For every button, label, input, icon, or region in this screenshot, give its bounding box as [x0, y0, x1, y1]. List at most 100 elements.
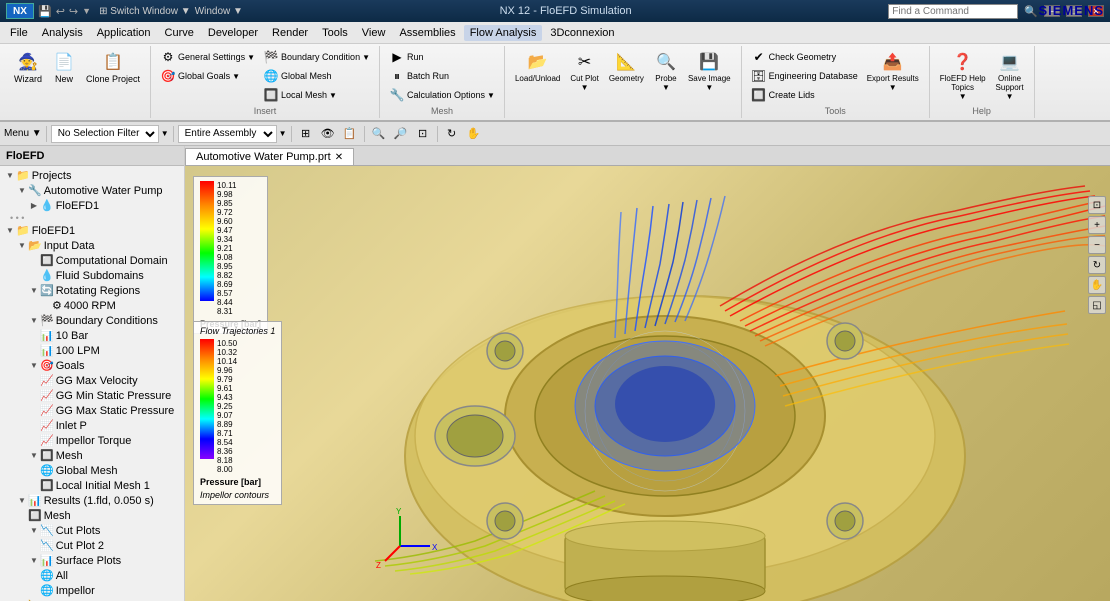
- tree-auto-water-pump[interactable]: ▼ 🔧 Automotive Water Pump: [2, 183, 182, 198]
- layer-btn[interactable]: 📋: [340, 124, 360, 144]
- mesh-expander[interactable]: ▼: [28, 450, 40, 462]
- snap-btn[interactable]: ⊞: [296, 124, 316, 144]
- tree-10bar[interactable]: 📊 10 Bar: [2, 328, 182, 343]
- geometry-button[interactable]: 📐 Geometry: [605, 48, 648, 85]
- global-mesh-button[interactable]: 🌐 Global Mesh: [260, 67, 373, 85]
- tree-global-mesh[interactable]: 🌐 Global Mesh: [2, 463, 182, 478]
- tree-results-mesh[interactable]: 🔲 Mesh: [2, 508, 182, 523]
- goals-expander[interactable]: ▼: [28, 360, 40, 372]
- tree-surface-plots[interactable]: ▼ 📊 Surface Plots: [2, 553, 182, 568]
- menu-application[interactable]: Application: [91, 25, 157, 41]
- local-mesh-button[interactable]: 🔲 Local Mesh ▼: [260, 86, 373, 104]
- scope-dropdown[interactable]: Entire Assembly: [178, 125, 277, 143]
- tree-local-initial-mesh[interactable]: 🔲 Local Initial Mesh 1: [2, 478, 182, 493]
- menu-3dconnexion[interactable]: 3Dconnexion: [544, 25, 620, 41]
- tree-4000rpm[interactable]: ⚙ 4000 RPM: [2, 298, 182, 313]
- menu-indicator[interactable]: Menu ▼: [4, 128, 42, 139]
- tree-rotating-regions[interactable]: ▼ 🔄 Rotating Regions: [2, 283, 182, 298]
- pan-btn[interactable]: ✋: [464, 124, 484, 144]
- tree-mesh-section[interactable]: ▼ 🔲 Mesh: [2, 448, 182, 463]
- tree-boundary-conditions[interactable]: ▼ 🏁 Boundary Conditions: [2, 313, 182, 328]
- tree-gg-max-static[interactable]: 📈 GG Max Static Pressure: [2, 403, 182, 418]
- sidebar-tree[interactable]: ▼ 📁 Projects ▼ 🔧 Automotive Water Pump ▶…: [0, 166, 184, 601]
- menu-flow-analysis[interactable]: Flow Analysis: [464, 25, 543, 41]
- menu-analysis[interactable]: Analysis: [36, 25, 89, 41]
- selection-filter-dropdown[interactable]: No Selection Filter: [51, 125, 159, 143]
- zoom-minus-btn[interactable]: −: [1088, 236, 1106, 254]
- tree-comp-domain[interactable]: 🔲 Computational Domain: [2, 253, 182, 268]
- comp-domain-expander[interactable]: [28, 255, 40, 267]
- pump-expander[interactable]: ▼: [16, 185, 28, 197]
- rot-regions-expander[interactable]: ▼: [28, 285, 40, 297]
- probe-button[interactable]: 🔍 Probe ▼: [650, 48, 682, 94]
- quick-redo-icon[interactable]: ↪: [69, 5, 78, 18]
- tree-goals[interactable]: ▼ 🎯 Goals: [2, 358, 182, 373]
- clone-project-button[interactable]: 📋 Clone Project: [82, 48, 144, 86]
- tree-cut-plots[interactable]: ▼ 📉 Cut Plots: [2, 523, 182, 538]
- tree-results[interactable]: ▼ 📊 Results (1.fld, 0.050 s): [2, 493, 182, 508]
- pan-view-btn[interactable]: ✋: [1088, 276, 1106, 294]
- tree-impellor-torque[interactable]: 📈 Impellor Torque: [2, 433, 182, 448]
- save-image-button[interactable]: 💾 Save Image ▼: [684, 48, 735, 94]
- cut-plot-button[interactable]: ✂ Cut Plot ▼: [566, 48, 602, 94]
- menu-file[interactable]: File: [4, 25, 34, 41]
- load-unload-button[interactable]: 📂 Load/Unload: [511, 48, 564, 85]
- tree-inlet-p[interactable]: 📈 Inlet P: [2, 418, 182, 433]
- tree-gg-min-static[interactable]: 📈 GG Min Static Pressure: [2, 388, 182, 403]
- tree-input-data[interactable]: ▼ 📂 Input Data: [2, 238, 182, 253]
- cut-plots-expander[interactable]: ▼: [28, 525, 40, 537]
- floefd-help-button[interactable]: ❓ FloEFD HelpTopics ▼: [936, 48, 990, 103]
- zoom-plus-btn[interactable]: +: [1088, 216, 1106, 234]
- projects-expander[interactable]: ▼: [4, 170, 16, 182]
- tree-floefd1-root[interactable]: ▼ 📁 FloEFD1: [2, 223, 182, 238]
- menu-view[interactable]: View: [356, 25, 392, 41]
- online-support-button[interactable]: 💻 OnlineSupport ▼: [992, 48, 1028, 103]
- rpm-expander[interactable]: [40, 300, 52, 312]
- tree-cut-plot-2[interactable]: 📉 Cut Plot 2: [2, 538, 182, 553]
- window-btn[interactable]: Window ▼: [195, 6, 243, 17]
- menu-curve[interactable]: Curve: [159, 25, 200, 41]
- tree-floefd1-project[interactable]: ▶ 💧 FloEFD1: [2, 198, 182, 213]
- floefd1-root-expander[interactable]: ▼: [4, 225, 16, 237]
- viewport[interactable]: X Y Z 10.11 9.98 9.85 9.72 9.60 9.47: [185, 166, 1110, 601]
- menu-tools[interactable]: Tools: [316, 25, 354, 41]
- global-goals-button[interactable]: 🎯 Global Goals ▼: [157, 67, 258, 85]
- menu-assemblies[interactable]: Assemblies: [393, 25, 461, 41]
- tree-surface-all[interactable]: 🌐 All: [2, 568, 182, 583]
- rotate-btn[interactable]: ↻: [442, 124, 462, 144]
- tab-close-btn[interactable]: ✕: [335, 152, 343, 163]
- fit-btn[interactable]: ⊡: [413, 124, 433, 144]
- zoom-in-btn[interactable]: 🔍: [369, 124, 389, 144]
- menu-developer[interactable]: Developer: [202, 25, 264, 41]
- surface-plots-expander[interactable]: ▼: [28, 555, 40, 567]
- input-data-expander[interactable]: ▼: [16, 240, 28, 252]
- floefd1-proj-expander[interactable]: ▶: [28, 200, 40, 212]
- calculation-options-button[interactable]: 🔧 Calculation Options ▼: [386, 86, 498, 104]
- engineering-database-button[interactable]: 🗄 Engineering Database: [748, 67, 861, 85]
- menu-render[interactable]: Render: [266, 25, 314, 41]
- quick-save-icon[interactable]: 💾: [38, 5, 52, 18]
- fit-view-btn[interactable]: ⊡: [1088, 196, 1106, 214]
- zoom-out-btn[interactable]: 🔎: [391, 124, 411, 144]
- toolbar-dropdown-icon[interactable]: ▼: [82, 6, 91, 16]
- check-geometry-button[interactable]: ✔ Check Geometry: [748, 48, 861, 66]
- fluid-sub-expander[interactable]: [28, 270, 40, 282]
- general-settings-button[interactable]: ⚙ General Settings ▼: [157, 48, 258, 66]
- results-expander[interactable]: ▼: [16, 495, 28, 507]
- boundary-condition-button[interactable]: 🏁 Boundary Condition ▼: [260, 48, 373, 66]
- tree-gg-max-vel[interactable]: 📈 GG Max Velocity: [2, 373, 182, 388]
- new-button[interactable]: 📄 New: [48, 48, 80, 86]
- content-tab-pump[interactable]: Automotive Water Pump.prt ✕: [185, 148, 354, 165]
- run-button[interactable]: ▶ Run: [386, 48, 498, 66]
- view-type-btn[interactable]: 👁: [318, 124, 338, 144]
- tree-projects[interactable]: ▼ 📁 Projects: [2, 168, 182, 183]
- batch-run-button[interactable]: ⏸ Batch Run: [386, 67, 498, 85]
- tree-impellor-surface[interactable]: 🌐 Impellor: [2, 583, 182, 598]
- create-lids-button[interactable]: 🔲 Create Lids: [748, 86, 861, 104]
- trimetric-btn[interactable]: ◱: [1088, 296, 1106, 314]
- export-results-button[interactable]: 📤 Export Results ▼: [863, 48, 923, 94]
- wizard-button[interactable]: 🧙 Wizard: [10, 48, 46, 86]
- quick-undo-icon[interactable]: ↩: [56, 5, 65, 18]
- command-search-input[interactable]: [888, 4, 1018, 19]
- switch-window-btn[interactable]: ⊞ Switch Window ▼: [99, 6, 191, 17]
